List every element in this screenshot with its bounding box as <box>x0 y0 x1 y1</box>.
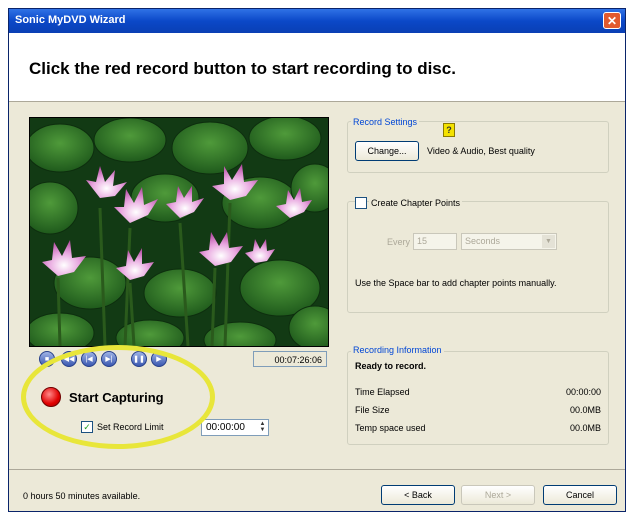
info-row-temp-space: Temp space used 00.0MB <box>355 423 601 435</box>
back-button[interactable]: < Back <box>381 485 455 505</box>
next-button[interactable]: Next > <box>461 485 535 505</box>
stop-icon[interactable]: ■ <box>39 351 55 367</box>
chapter-points-hint: Use the Space bar to add chapter points … <box>355 278 557 288</box>
info-row-label: Time Elapsed <box>355 387 410 397</box>
rewind-icon[interactable]: ◀◀ <box>61 351 77 367</box>
set-record-limit-label: Set Record Limit <box>97 422 164 432</box>
step-back-icon[interactable]: |◀ <box>81 351 97 367</box>
create-chapter-points-checkbox[interactable] <box>355 197 367 209</box>
record-button[interactable] <box>41 387 61 407</box>
info-row-label: File Size <box>355 405 390 415</box>
create-chapter-points-label: Create Chapter Points <box>369 198 463 208</box>
recording-info-title: Recording Information <box>351 345 444 355</box>
info-row-value: 00.0MB <box>569 405 601 415</box>
spinner-arrows-icon[interactable]: ▲ ▼ <box>258 421 267 434</box>
recording-status: Ready to record. <box>355 361 427 371</box>
water-lily-image <box>30 118 328 346</box>
step-forward-icon[interactable]: ▶| <box>101 351 117 367</box>
info-row-time-elapsed: Time Elapsed 00:00:00 <box>355 387 601 399</box>
title-bar[interactable]: Sonic MyDVD Wizard ✕ <box>9 9 625 33</box>
cancel-button[interactable]: Cancel <box>543 485 617 505</box>
chapter-interval-value: 15 <box>417 236 428 246</box>
wizard-header: Click the red record button to start rec… <box>9 33 625 102</box>
instruction-text: Click the red record button to start rec… <box>29 59 456 78</box>
help-icon[interactable]: ? <box>443 123 455 137</box>
pause-icon[interactable]: ❚❚ <box>131 351 147 367</box>
info-row-value: 00:00:00 <box>565 387 601 397</box>
every-label: Every <box>387 237 411 247</box>
record-limit-spinner[interactable]: 00:00:00 ▲ ▼ <box>201 419 269 436</box>
timecode-display: 00:07:26:06 <box>253 351 327 367</box>
play-icon[interactable]: ▶ <box>151 351 167 367</box>
info-row-value: 00.0MB <box>569 423 601 433</box>
close-button[interactable]: ✕ <box>603 12 621 29</box>
chevron-down-icon: ▼ <box>542 235 555 248</box>
start-capturing-label[interactable]: Start Capturing <box>69 390 164 405</box>
available-time-text: 0 hours 50 minutes available. <box>23 491 141 501</box>
record-limit-value: 00:00:00 <box>206 422 245 433</box>
chapter-interval-field[interactable]: 15 <box>413 233 457 250</box>
wizard-window: Sonic MyDVD Wizard ✕ Click the red recor… <box>8 8 626 512</box>
info-row-label: Temp space used <box>355 423 426 433</box>
footer-separator <box>9 469 625 470</box>
set-record-limit-checkbox[interactable]: ✓ <box>81 421 93 433</box>
change-button[interactable]: Change... <box>355 141 419 161</box>
record-settings-title: Record Settings <box>351 117 420 127</box>
chapter-unit-value: Seconds <box>465 236 501 246</box>
chapter-points-group <box>347 201 609 313</box>
window-title: Sonic MyDVD Wizard <box>15 14 126 26</box>
chapter-unit-dropdown[interactable]: Seconds ▼ <box>461 233 557 250</box>
info-row-file-size: File Size 00.0MB <box>355 405 601 417</box>
record-settings-description: Video & Audio, Best quality <box>427 146 535 156</box>
video-preview <box>29 117 329 347</box>
close-icon: ✕ <box>606 14 618 28</box>
